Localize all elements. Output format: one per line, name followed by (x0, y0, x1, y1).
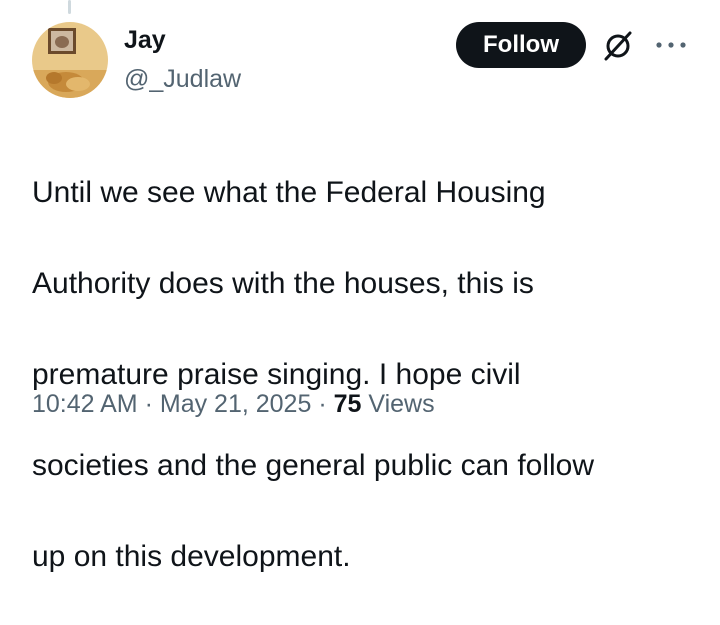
tweet-text-line: Until we see what the Federal Housing (32, 175, 546, 209)
tweet-text: Until we see what the Federal Housing Au… (32, 124, 692, 625)
tweet-text-line: up on this development. (32, 539, 351, 573)
tweet-meta: 10:42 AM · May 21, 2025 · 75 Views (32, 388, 435, 420)
tweet-time-link[interactable]: 10:42 AM (32, 390, 138, 418)
views-count: 75 (333, 390, 362, 418)
avatar-image (32, 22, 108, 98)
meta-separator: · (318, 390, 327, 418)
views-label: Views (368, 390, 435, 418)
follow-button[interactable]: Follow (456, 22, 586, 68)
tweet-date-link[interactable]: May 21, 2025 (160, 390, 312, 418)
tweet-text-line: societies and the general public can fol… (32, 448, 595, 482)
author-handle[interactable]: @_Judlaw (124, 64, 241, 94)
more-options-icon[interactable] (654, 34, 688, 56)
grok-icon[interactable] (600, 28, 636, 64)
thread-connector-line (68, 0, 71, 14)
meta-separator: · (144, 390, 153, 418)
avatar[interactable] (32, 22, 108, 98)
tweet-text-line: Authority does with the houses, this is (32, 266, 534, 300)
views-link[interactable]: 75 Views (334, 390, 435, 418)
author-display-name[interactable]: Jay (124, 25, 166, 55)
